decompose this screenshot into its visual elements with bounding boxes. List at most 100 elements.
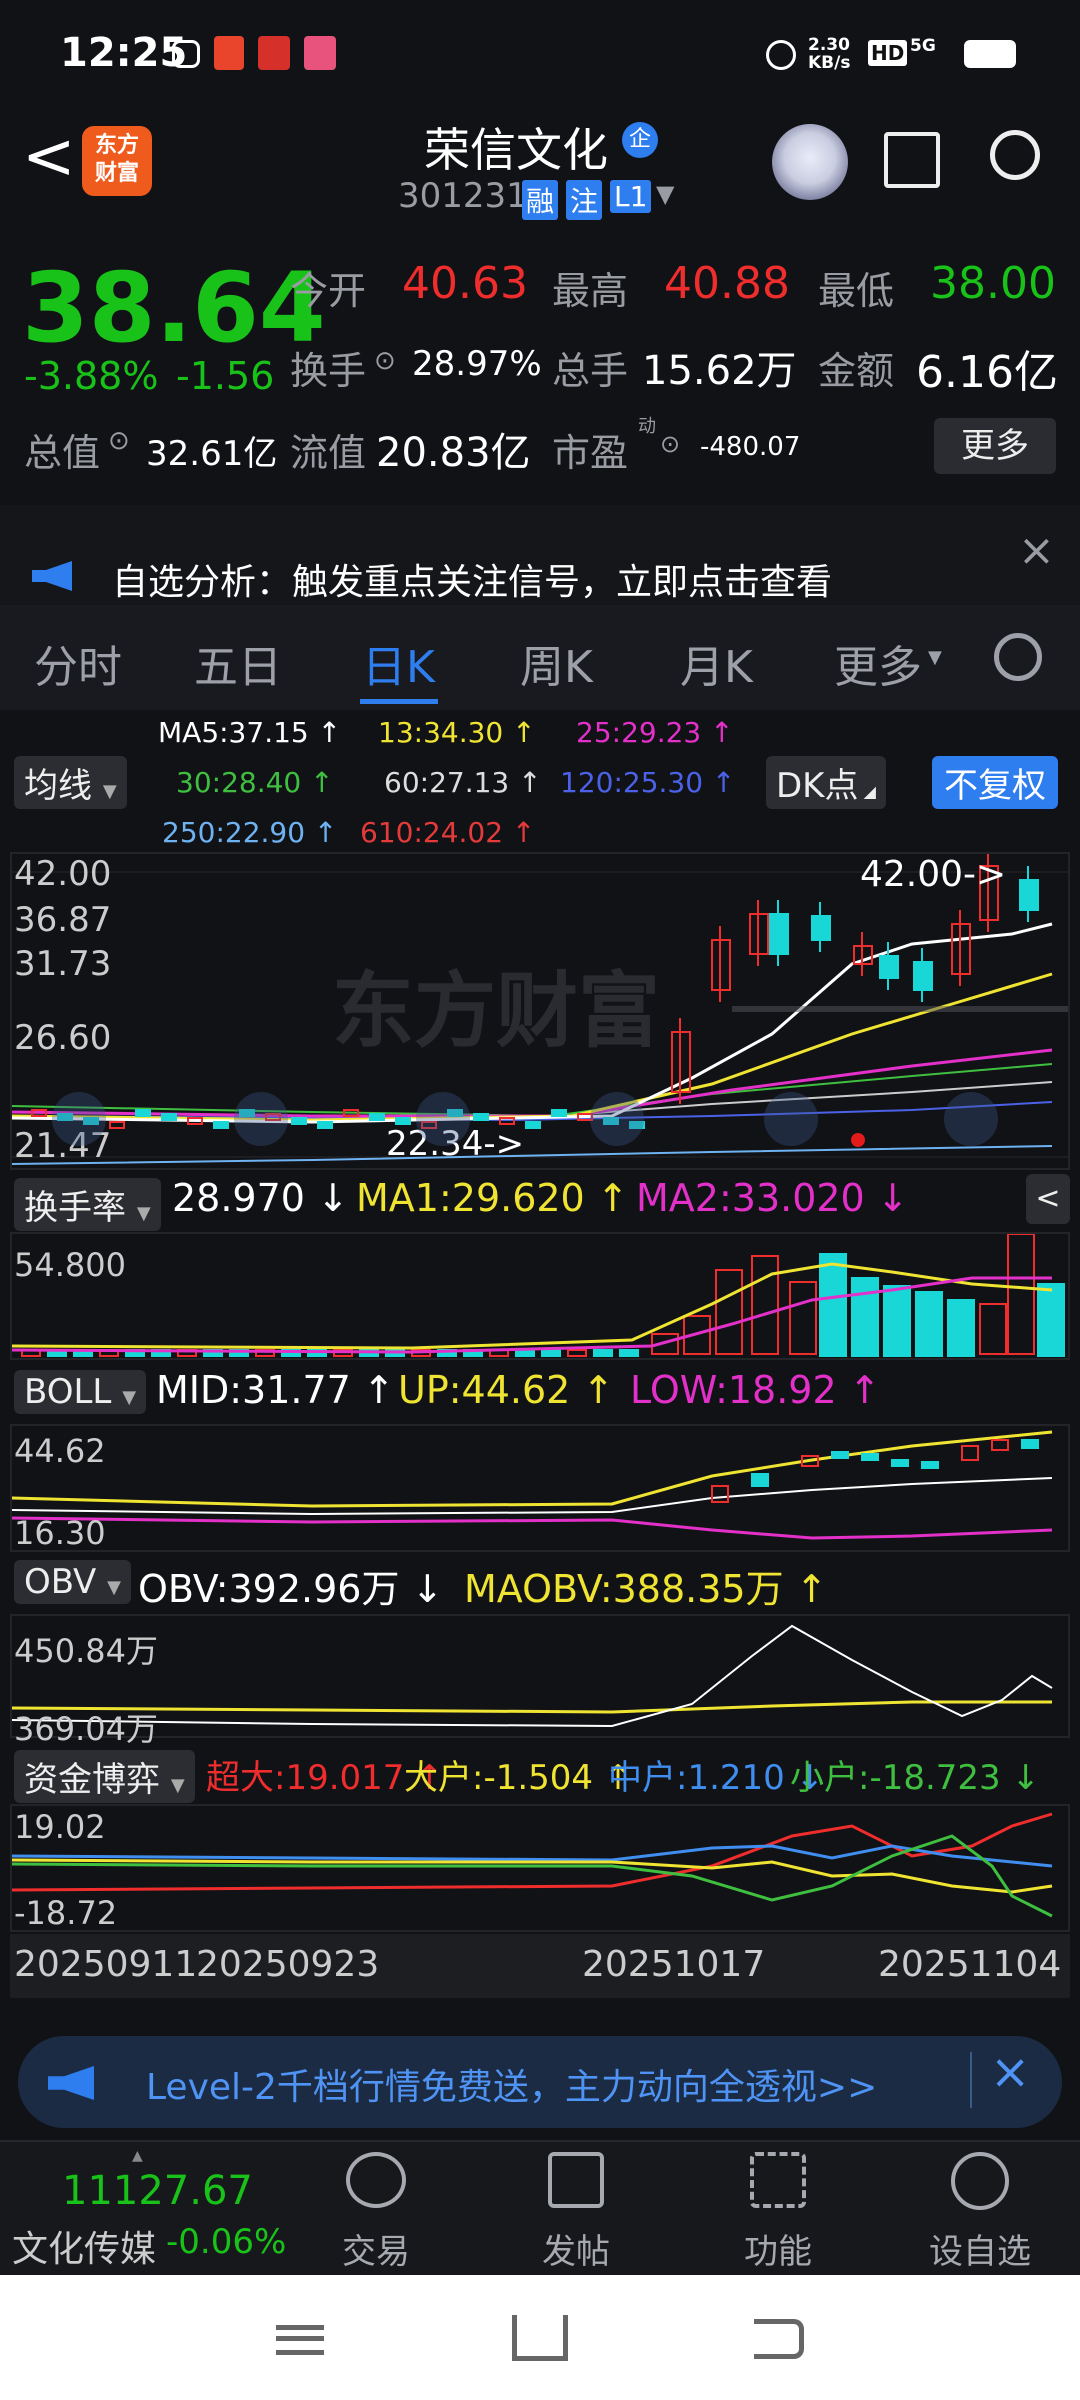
turnover-selector[interactable]: 换手率 ▼ [14, 1178, 161, 1231]
index-name[interactable]: 文化传媒 [12, 2220, 156, 2272]
nav-post-label: 发帖 [542, 2232, 610, 2272]
index-change[interactable]: -0.06% [166, 2222, 286, 2262]
fund-svg [12, 1812, 1053, 1918]
level1-tag: L1 [610, 180, 652, 213]
tab-monthly-k[interactable]: 月K [680, 631, 753, 695]
signal-dot [851, 1133, 865, 1147]
turnover-bar [593, 1349, 613, 1357]
ma250-value: 250:22.90 ↑ [162, 816, 338, 849]
ma610-value: 610:24.02 ↑ [360, 816, 536, 849]
fund-selector-label: 资金博弈 [24, 1760, 160, 1800]
boll-up-line [12, 1430, 1053, 1508]
robot-assistant-icon[interactable] [772, 124, 848, 200]
amount-value: 6.16亿 [916, 347, 1058, 398]
turnover-legend: 换手率 ▼ 28.970 ↓ MA1:29.620 ↑ MA2:33.020 ↓… [0, 1170, 1080, 1231]
bottom-nav: ▲ 11127.67 文化传媒 -0.06% 交易 发帖 功能 设自选 [0, 2140, 1080, 2277]
total-value: 32.61亿 [146, 434, 278, 474]
info-icon[interactable]: ⊙ [374, 346, 396, 376]
boll-mid-line [12, 1477, 1053, 1516]
gear-icon[interactable] [994, 633, 1042, 681]
turnover-bar [851, 1277, 879, 1357]
chevron-down-icon: ▼ [136, 1203, 151, 1224]
turnover-bar [947, 1299, 975, 1357]
fund-large: 大户:-1.504 ↑ [404, 1758, 633, 1798]
ma-selector[interactable]: 均线 ▼ [14, 756, 127, 809]
turnover-bar [515, 1349, 535, 1357]
turnover-bar [789, 1281, 817, 1355]
next-icon[interactable] [764, 1092, 818, 1146]
boll-candle [991, 1439, 1009, 1451]
obv-legend: OBV ▼ OBV:392.96万 ↓ MAOBV:388.35万 ↑ [0, 1552, 1080, 1612]
index-value[interactable]: 11127.67 [62, 2168, 253, 2214]
nav-trade[interactable]: 交易 [306, 2152, 446, 2273]
candles-group [31, 854, 1039, 1129]
turnover-svg [12, 1234, 1065, 1357]
analysis-banner[interactable]: 自选分析：触发重点关注信号，立即点击查看 × [0, 505, 1080, 605]
fund-super-line [12, 1812, 1053, 1892]
low-label: 最低 [818, 269, 895, 313]
dk-point-button[interactable]: DK点 ◢ [766, 756, 886, 809]
tab-more[interactable]: 更多 [834, 631, 922, 695]
volume-label: 总手 [552, 349, 629, 393]
close-icon[interactable]: × [1018, 525, 1055, 576]
system-nav-bar [0, 2275, 1080, 2400]
candle [135, 1109, 151, 1117]
nav-add-watchlist[interactable]: 设自选 [910, 2152, 1050, 2273]
candle [369, 1113, 385, 1121]
tab-daily-k[interactable]: 日K [362, 631, 435, 695]
chevron-left-icon[interactable]: < [1026, 1174, 1070, 1224]
corner-icon: ◢ [858, 782, 876, 801]
chevron-down-icon: ▼ [122, 1387, 137, 1408]
home-icon[interactable] [512, 2315, 568, 2361]
axis-label-3: 31.73 [14, 944, 112, 984]
ma60-value: 60:27.13 ↑ [384, 766, 542, 799]
more-button[interactable]: 更多 [934, 418, 1056, 474]
back-nav-icon[interactable] [754, 2319, 804, 2359]
turnover-bar [915, 1291, 943, 1357]
candle [161, 1113, 177, 1121]
kline-chart[interactable]: 东方财富 42.00 36.87 31.73 26.60 21.47 42.00… [10, 852, 1070, 1170]
nav-post[interactable]: 发帖 [506, 2152, 646, 2273]
fund-selector[interactable]: 资金博弈 ▼ [14, 1750, 195, 1803]
ma25-value: 25:29.23 ↑ [576, 716, 734, 749]
maobv-line [12, 1700, 1052, 1714]
ma250-line [12, 1145, 1053, 1165]
level2-ad[interactable]: Level-2千档行情免费送，主力动向全透视>> × [18, 2036, 1062, 2128]
zoom-in-icon[interactable] [416, 1092, 470, 1146]
fullscreen-icon[interactable] [944, 1092, 998, 1146]
tab-intraday[interactable]: 分时 [34, 631, 122, 695]
registration-tag: 注 [566, 180, 603, 220]
obv-chart: 450.84万 369.04万 [10, 1614, 1070, 1748]
back-icon[interactable]: < [22, 120, 76, 194]
chevron-down-icon[interactable]: ▼ [656, 180, 674, 208]
float-value: 20.83亿 [376, 430, 531, 476]
ma30-value: 30:28.40 ↑ [176, 766, 334, 799]
nav-functions[interactable]: 功能 [708, 2152, 848, 2273]
adjust-mode-button[interactable]: 不复权 [932, 756, 1058, 809]
tab-five-day[interactable]: 五日 [194, 631, 282, 695]
search-icon[interactable] [990, 130, 1040, 180]
boll-chart: 44.62 16.30 [10, 1424, 1070, 1552]
top-bar: < 东方 财富 荣信文化 企 301231 融 注 L1 ▼ [0, 110, 1080, 230]
ad-divider [970, 2052, 972, 2108]
tab-weekly-k[interactable]: 周K [520, 631, 593, 695]
fund-axis-top: 19.02 [14, 1808, 106, 1846]
zoom-out-icon[interactable] [234, 1092, 288, 1146]
float-value-label: 流值 [290, 431, 367, 475]
scroll-left-icon[interactable] [52, 1092, 106, 1146]
candle [291, 1117, 307, 1125]
obv-selector[interactable]: OBV ▼ [14, 1560, 131, 1604]
info-icon[interactable]: ⊙ [108, 426, 130, 456]
prev-icon[interactable] [590, 1092, 644, 1146]
boll-selector-label: BOLL [24, 1372, 112, 1412]
info-icon[interactable]: ⊙ [660, 430, 680, 458]
stock-name: 荣信文化 [424, 123, 608, 177]
share-icon[interactable] [884, 132, 940, 188]
turnover-ma1: MA1:29.620 ↑ [356, 1176, 629, 1220]
nav-functions-label: 功能 [744, 2232, 812, 2272]
candle [213, 1121, 229, 1129]
boll-selector[interactable]: BOLL ▼ [14, 1370, 147, 1414]
turnover-bar [541, 1349, 561, 1357]
pe-dynamic-sup: 动 [638, 416, 656, 437]
close-icon[interactable]: × [990, 2044, 1030, 2100]
